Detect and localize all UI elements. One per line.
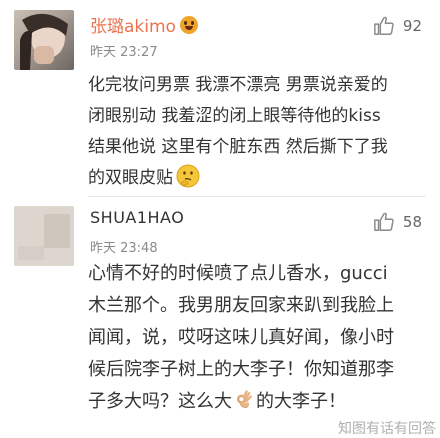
username-text: 张璐akimo bbox=[90, 17, 176, 37]
comment-body: 化完妆问男票 我漂不漂亮 男票说亲爱的 闭眼别动 我羞涩的闭上眼等待他的kiss… bbox=[88, 75, 394, 188]
timestamp: 昨天 23:48 bbox=[90, 241, 158, 256]
like-button[interactable]: 58 bbox=[373, 211, 422, 233]
avatar[interactable] bbox=[14, 206, 74, 266]
vip-emoji-icon bbox=[179, 16, 198, 34]
comment-text: 心情不好的时候喷了点儿香水，gucci木兰那个。我男朋友回家来趴到我脸上闻闻，说… bbox=[88, 258, 398, 418]
thumbs-up-icon bbox=[374, 16, 394, 35]
watermark: 知图有话有回答 bbox=[338, 421, 436, 437]
avatar[interactable] bbox=[14, 10, 74, 70]
comment-body-end: 的大李子！ bbox=[256, 391, 346, 412]
username[interactable]: 张璐akimo bbox=[90, 12, 198, 37]
comment-item: 张璐akimo 昨天 23:27 92 化完妆问男票 我漂不漂亮 男票说亲爱的 … bbox=[0, 0, 440, 196]
thinking-face-icon bbox=[176, 164, 200, 188]
ok-hand-icon bbox=[236, 390, 252, 409]
thumbs-up-icon bbox=[374, 212, 394, 231]
username[interactable]: SHUA1HAO bbox=[90, 208, 184, 227]
like-count: 58 bbox=[402, 213, 422, 231]
comment-item: SHUA1HAO 昨天 23:48 58 心情不好的时候喷了点儿香水，gucci… bbox=[0, 196, 440, 437]
comment-text: 化完妆问男票 我漂不漂亮 男票说亲爱的 闭眼别动 我羞涩的闭上眼等待他的kiss… bbox=[88, 70, 388, 194]
like-count: 92 bbox=[402, 17, 422, 35]
timestamp: 昨天 23:27 bbox=[90, 45, 158, 60]
like-button[interactable]: 92 bbox=[373, 15, 422, 37]
